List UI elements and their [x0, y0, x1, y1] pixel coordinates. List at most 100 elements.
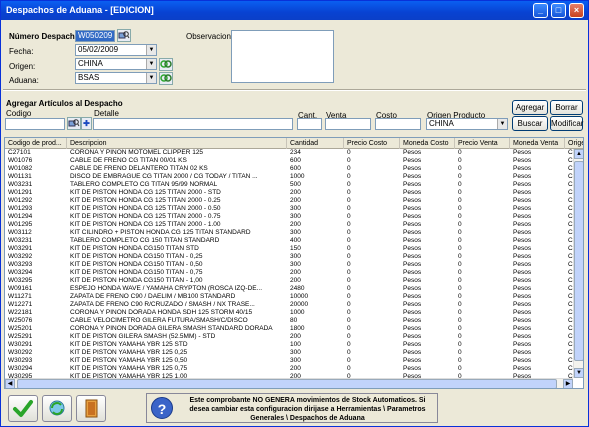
search-codigo-icon[interactable]: [67, 117, 81, 130]
table-cell: 0: [347, 277, 351, 284]
refresh-button[interactable]: [42, 395, 72, 422]
table-cell: 0: [458, 229, 462, 236]
agregar-button[interactable]: Agregar: [512, 100, 548, 115]
col-header[interactable]: Codigo de prod...: [5, 138, 67, 149]
costo-input[interactable]: [375, 118, 421, 130]
table-cell: ESPEJO HONDA WAVE / YAMAHA CRYPTON (ROSC…: [70, 285, 263, 292]
col-header[interactable]: Cantidad: [287, 138, 344, 149]
chevron-down-icon[interactable]: ▼: [146, 59, 156, 69]
vertical-scrollbar[interactable]: ▲ ▼: [573, 149, 583, 378]
table-cell: Pesos: [513, 365, 532, 372]
close-button[interactable]: ×: [569, 3, 584, 18]
table-cell: KIT DE PISTON HONDA CG150 TITAN STD: [70, 245, 199, 252]
table-cell: W03291: [8, 245, 33, 252]
link-aduana-icon[interactable]: [159, 72, 173, 85]
table-cell: Pesos: [513, 261, 532, 268]
minimize-button[interactable]: _: [533, 3, 548, 18]
table-cell: ZAPATA DE FRENO C90 / DAELIM / MB100 STA…: [70, 293, 236, 300]
table-cell: Pesos: [513, 197, 532, 204]
table-cell: KIT DE PISTON HONDA CG 125 TITAN 2000 - …: [70, 189, 221, 196]
title-bar[interactable]: Despachos de Aduana - [EDICION] _ □ ×: [1, 1, 588, 20]
table-cell: W01082: [8, 165, 33, 172]
table-cell: 0: [347, 157, 351, 164]
scroll-right-icon[interactable]: ▶: [563, 379, 573, 388]
table-cell: DISCO DE EMBRAGUE CG TITAN 2000 / CG TOD…: [70, 173, 258, 180]
col-header[interactable]: Descripcion: [67, 138, 287, 149]
aduana-value: BSAS: [78, 73, 100, 82]
scroll-thumb[interactable]: [17, 379, 557, 388]
table-cell: Pesos: [513, 213, 532, 220]
origen-producto-value: CHINA: [429, 119, 454, 128]
items-grid[interactable]: Codigo de prod... Descripcion Cantidad P…: [4, 137, 584, 389]
fecha-select[interactable]: 05/02/2009 ▼: [75, 44, 157, 56]
table-cell: KIT DE PISTON YAMAHA YBR 125 STD: [70, 341, 188, 348]
table-cell: 200: [290, 365, 301, 372]
aduana-select[interactable]: BSAS ▼: [75, 72, 157, 84]
table-cell: W12271: [8, 301, 33, 308]
maximize-button[interactable]: □: [551, 3, 566, 18]
col-header[interactable]: Precio Costo: [344, 138, 400, 149]
table-cell: Pesos: [403, 165, 422, 172]
chevron-down-icon[interactable]: ▼: [497, 119, 507, 129]
cant-input[interactable]: [297, 118, 322, 130]
table-cell: 1000: [290, 309, 305, 316]
table-cell: Pesos: [513, 149, 532, 156]
observaciones-textarea[interactable]: [231, 30, 334, 83]
table-cell: 0: [458, 309, 462, 316]
numero-despacho-input[interactable]: W050209: [75, 30, 115, 42]
table-cell: Pesos: [513, 277, 532, 284]
codigo-input[interactable]: [5, 118, 65, 130]
table-cell: 80: [290, 317, 298, 324]
table-cell: 0: [347, 173, 351, 180]
detalle-input[interactable]: [93, 118, 293, 130]
table-cell: W03294: [8, 269, 33, 276]
horizontal-scrollbar[interactable]: ◀ ▶: [5, 378, 573, 388]
table-cell: W03231: [8, 181, 33, 188]
scroll-down-icon[interactable]: ▼: [574, 368, 583, 378]
table-cell: Pesos: [513, 269, 532, 276]
search-despacho-icon[interactable]: [117, 29, 131, 42]
exit-button[interactable]: [76, 395, 106, 422]
venta-input[interactable]: [325, 118, 371, 130]
help-icon[interactable]: ?: [151, 397, 173, 419]
chevron-down-icon[interactable]: ▼: [146, 73, 156, 83]
buscar-button[interactable]: Buscar: [512, 116, 548, 131]
accept-button[interactable]: [8, 395, 38, 422]
table-cell: 0: [347, 229, 351, 236]
refresh-icon: [49, 400, 65, 416]
table-cell: Pesos: [513, 189, 532, 196]
chevron-down-icon[interactable]: ▼: [146, 45, 156, 55]
scroll-thumb[interactable]: [574, 161, 583, 361]
table-cell: Pesos: [513, 285, 532, 292]
table-cell: 0: [347, 293, 351, 300]
borrar-button[interactable]: Borrar: [550, 100, 583, 115]
add-icon[interactable]: ✚: [81, 117, 92, 130]
table-cell: 300: [290, 205, 301, 212]
table-cell: 0: [458, 301, 462, 308]
table-cell: 100: [290, 341, 301, 348]
table-cell: KIT DE PISTON HONDA CG 125 TITAN 2000 - …: [70, 213, 221, 220]
link-origen-icon[interactable]: [159, 58, 173, 71]
table-cell: 0: [458, 149, 462, 156]
table-cell: Pesos: [513, 349, 532, 356]
scroll-up-icon[interactable]: ▲: [574, 149, 583, 159]
table-cell: 200: [290, 221, 301, 228]
table-cell: 0: [458, 341, 462, 348]
table-cell: 0: [458, 285, 462, 292]
table-cell: 0: [458, 269, 462, 276]
origen-select[interactable]: CHINA ▼: [75, 58, 157, 70]
table-cell: 0: [347, 205, 351, 212]
col-header[interactable]: Moneda Venta: [510, 138, 565, 149]
table-cell: 0: [347, 221, 351, 228]
table-cell: Pesos: [513, 229, 532, 236]
origen-producto-select[interactable]: CHINA ▼: [426, 118, 508, 130]
scroll-left-icon[interactable]: ◀: [5, 379, 15, 388]
col-header[interactable]: Moneda Costo: [400, 138, 455, 149]
table-cell: Pesos: [513, 357, 532, 364]
table-cell: Pesos: [513, 309, 532, 316]
col-header[interactable]: Precio Venta: [455, 138, 510, 149]
modificar-button[interactable]: Modificar: [550, 116, 583, 131]
window-title: Despachos de Aduana - [EDICION]: [6, 5, 154, 15]
table-cell: KIT CILINDRO + PISTON HONDA CG 125 TITAN…: [70, 229, 251, 236]
col-header[interactable]: OrigenProducto: [565, 138, 583, 149]
